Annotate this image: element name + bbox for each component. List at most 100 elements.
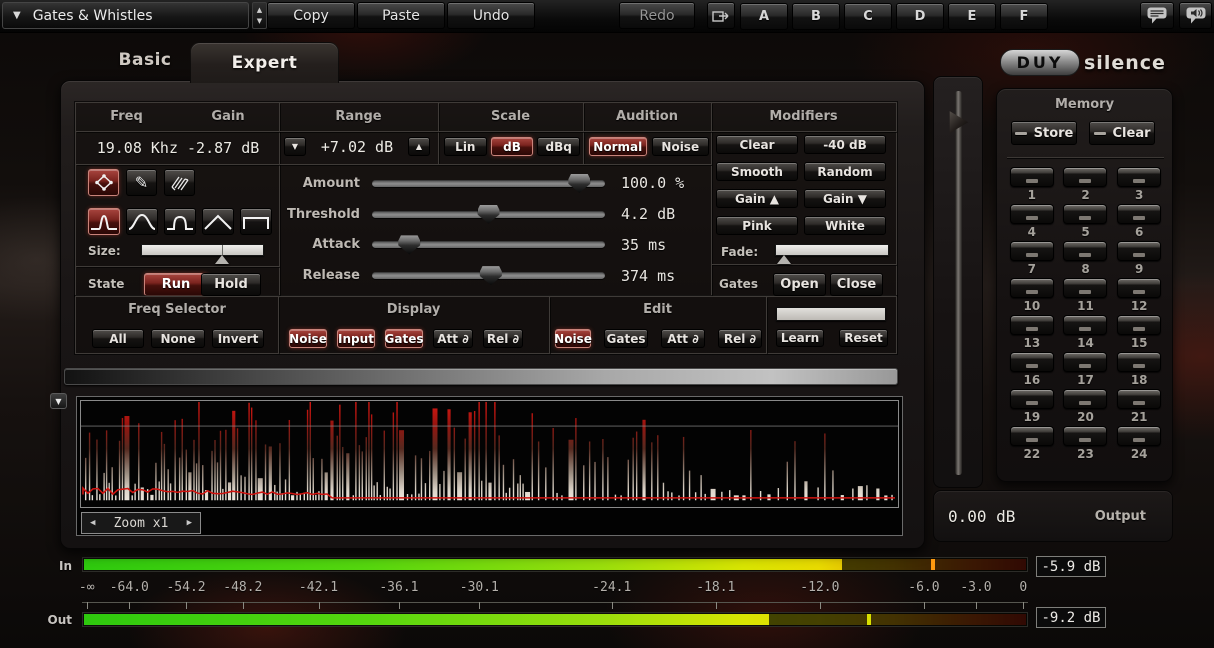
display-rel-button[interactable]: Rel ∂ [483, 329, 523, 348]
threshold-slider-handle[interactable] [478, 205, 500, 224]
output-fader-handle[interactable] [948, 110, 969, 134]
memory-slot-15-button[interactable] [1117, 315, 1161, 335]
size-slider[interactable] [141, 244, 264, 256]
audio-preview-button[interactable] [1179, 2, 1212, 29]
memory-slot-2-button[interactable] [1063, 167, 1107, 187]
memory-store-button[interactable]: Store [1011, 121, 1077, 145]
memory-slot-13-button[interactable] [1010, 315, 1054, 335]
scale-db-button[interactable]: dB [491, 137, 534, 156]
tab-expert[interactable]: Expert [190, 42, 339, 83]
modifier-clear-button[interactable]: Clear [716, 135, 798, 154]
spectrum-display[interactable]: ◀ Zoom x1 ▶ [76, 396, 903, 536]
edit-noise-button[interactable]: Noise [555, 329, 591, 348]
memory-slot-6-button[interactable] [1117, 204, 1161, 224]
memory-slot-22-button[interactable] [1010, 426, 1054, 446]
shape-dome-button[interactable] [164, 208, 196, 235]
modifier-pink-button[interactable]: Pink [716, 216, 798, 235]
edit-gates-button[interactable]: Gates [604, 329, 648, 348]
attack-slider[interactable] [372, 241, 605, 248]
scale-lin-button[interactable]: Lin [444, 137, 487, 156]
memory-slot-5-button[interactable] [1063, 204, 1107, 224]
state-run-button[interactable]: Run [144, 273, 208, 296]
zoom-control[interactable]: ◀ Zoom x1 ▶ [81, 512, 201, 534]
audition-noise-button[interactable]: Noise [652, 137, 710, 156]
modifier-gain-button[interactable]: Gain ▼ [804, 189, 886, 208]
range-increment-button[interactable]: ▲ [408, 137, 430, 156]
amount-slider-handle[interactable] [568, 174, 590, 193]
hatch-tool-button[interactable] [164, 169, 195, 196]
modifier-gain-button[interactable]: Gain ▲ [716, 189, 798, 208]
modifier-40-db-button[interactable]: -40 dB [804, 135, 886, 154]
display-noise-button[interactable]: Noise [289, 329, 327, 348]
edit-att-button[interactable]: Att ∂ [661, 329, 705, 348]
modifier-random-button[interactable]: Random [804, 162, 886, 181]
audition-normal-button[interactable]: Normal [589, 137, 647, 156]
node-tool-button[interactable] [88, 169, 119, 196]
memory-slot-23-button[interactable] [1063, 426, 1107, 446]
fade-slider[interactable] [775, 244, 889, 256]
redo-button[interactable]: Redo [619, 2, 695, 29]
zoom-out-icon[interactable]: ◀ [82, 518, 103, 528]
display-gates-button[interactable]: Gates [385, 329, 423, 348]
memory-slot-21-button[interactable] [1117, 389, 1161, 409]
modifier-smooth-button[interactable]: Smooth [716, 162, 798, 181]
preset-selector[interactable]: ▼ Gates & Whistles [2, 2, 249, 29]
preset-slot-a-button[interactable]: A [740, 3, 788, 30]
preset-slot-f-button[interactable]: F [1000, 3, 1048, 30]
undo-button[interactable]: Undo [447, 2, 535, 29]
preset-slot-d-button[interactable]: D [896, 3, 944, 30]
gates-close-button[interactable]: Close [830, 273, 883, 296]
amount-slider[interactable] [372, 180, 605, 187]
memory-slot-9-button[interactable] [1117, 241, 1161, 261]
display-att-button[interactable]: Att ∂ [433, 329, 473, 348]
memory-slot-7-button[interactable] [1010, 241, 1054, 261]
memory-slot-1-button[interactable] [1010, 167, 1054, 187]
memory-slot-19-button[interactable] [1010, 389, 1054, 409]
memory-clear-button[interactable]: Clear [1089, 121, 1155, 145]
release-slider[interactable] [372, 272, 605, 279]
freq-selector-invert-button[interactable]: Invert [212, 329, 264, 348]
memory-slot-14-button[interactable] [1063, 315, 1107, 335]
preset-spinner[interactable]: ▲ ▼ [252, 2, 267, 29]
display-marker-button[interactable]: ▼ [50, 393, 67, 409]
copy-button[interactable]: Copy [267, 2, 355, 29]
size-slider-handle[interactable] [215, 255, 229, 264]
display-input-button[interactable]: Input [337, 329, 375, 348]
state-hold-button[interactable]: Hold [201, 273, 261, 296]
memory-slot-20-button[interactable] [1063, 389, 1107, 409]
zoom-in-icon[interactable]: ▶ [179, 518, 200, 528]
display-scrollbar[interactable] [64, 368, 898, 385]
shape-peak-button[interactable] [202, 208, 234, 235]
paste-button[interactable]: Paste [357, 2, 445, 29]
memory-slot-8-button[interactable] [1063, 241, 1107, 261]
memory-slot-24-button[interactable] [1117, 426, 1161, 446]
shape-wide-bell-button[interactable] [126, 208, 158, 235]
output-fader[interactable] [955, 91, 962, 475]
memory-slot-3-button[interactable] [1117, 167, 1161, 187]
memory-slot-10-button[interactable] [1010, 278, 1054, 298]
scale-dbq-button[interactable]: dBq [537, 137, 580, 156]
preset-slot-b-button[interactable]: B [792, 3, 840, 30]
gates-open-button[interactable]: Open [773, 273, 826, 296]
range-decrement-button[interactable]: ▼ [284, 137, 306, 156]
threshold-slider[interactable] [372, 211, 605, 218]
memory-slot-16-button[interactable] [1010, 352, 1054, 372]
fade-slider-handle[interactable] [777, 255, 791, 264]
modifier-white-button[interactable]: White [804, 216, 886, 235]
release-slider-handle[interactable] [480, 266, 502, 285]
memory-slot-12-button[interactable] [1117, 278, 1161, 298]
reset-button[interactable]: Reset [839, 329, 888, 347]
shape-flat-top-button[interactable] [240, 208, 272, 235]
learn-button[interactable]: Learn [776, 329, 824, 347]
memory-slot-4-button[interactable] [1010, 204, 1054, 224]
insert-preset-button[interactable] [707, 2, 735, 29]
tab-basic[interactable]: Basic [95, 50, 195, 72]
pencil-tool-button[interactable]: ✎ [126, 169, 157, 196]
comments-button[interactable] [1140, 2, 1174, 29]
memory-slot-18-button[interactable] [1117, 352, 1161, 372]
freq-selector-none-button[interactable]: None [151, 329, 205, 348]
shape-narrow-bell-button[interactable] [88, 208, 120, 235]
memory-slot-11-button[interactable] [1063, 278, 1107, 298]
freq-selector-all-button[interactable]: All [92, 329, 144, 348]
attack-slider-handle[interactable] [398, 235, 420, 254]
